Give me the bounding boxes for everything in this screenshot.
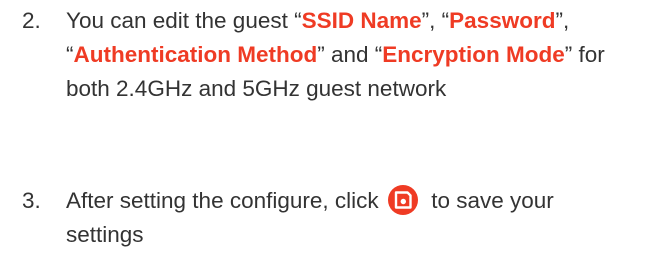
step-number: 2. <box>22 8 41 33</box>
text-segment: ”, “ <box>421 8 450 33</box>
highlight-authentication-method: Authentication Method <box>73 42 318 67</box>
text-segment: You can edit the guest “ <box>66 8 302 33</box>
highlight-encryption-mode: Encryption Mode <box>382 42 565 67</box>
step-text: After setting the configure, click to sa… <box>66 184 636 252</box>
save-icon <box>387 185 418 215</box>
highlight-ssid-name: SSID Name <box>301 8 422 33</box>
step-text: You can edit the guest “SSID Name”, “Pas… <box>66 4 636 106</box>
text-segment: After setting the configure, click <box>66 188 379 213</box>
text-segment: ” and “ <box>317 42 383 67</box>
highlight-password: Password <box>449 8 556 33</box>
step-number: 3. <box>22 188 41 213</box>
